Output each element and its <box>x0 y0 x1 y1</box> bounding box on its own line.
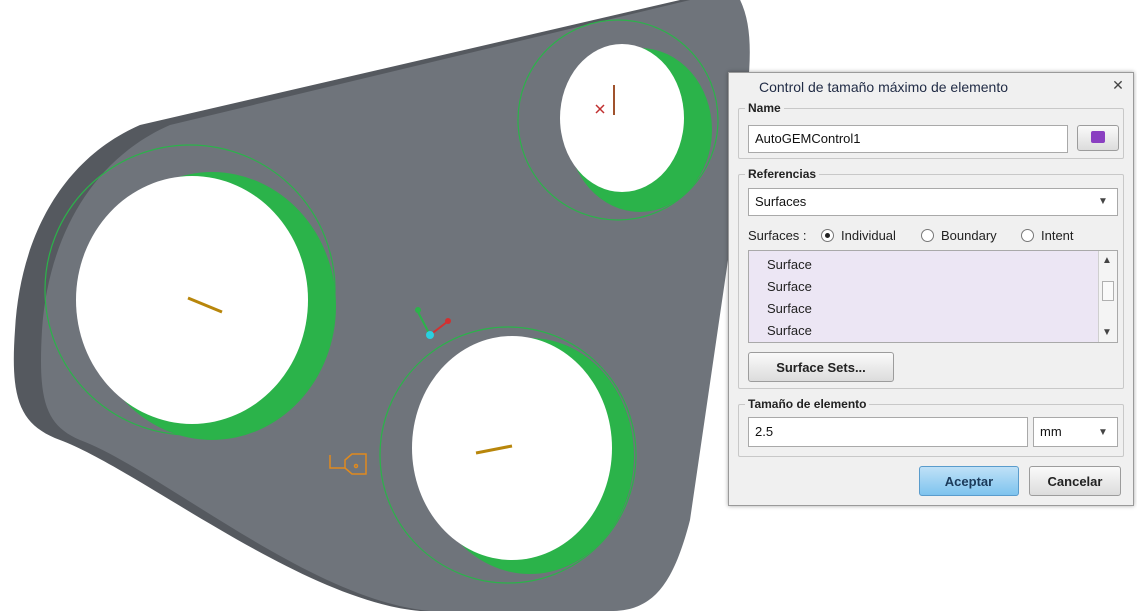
name-input[interactable]: AutoGEMControl1 <box>748 125 1068 153</box>
radio-individual-label: Individual <box>841 228 896 243</box>
unit-select-value: mm <box>1040 424 1062 439</box>
scroll-thumb[interactable] <box>1102 281 1114 301</box>
list-scrollbar[interactable]: ▲ ▼ <box>1098 251 1117 342</box>
color-swatch-icon <box>1091 130 1105 143</box>
radio-intent[interactable] <box>1021 229 1034 242</box>
radio-intent-label: Intent <box>1041 228 1074 243</box>
scroll-up-icon[interactable]: ▲ <box>1102 255 1112 266</box>
max-element-size-dialog: Control de tamaño máximo de elemento ✕ N… <box>728 72 1134 506</box>
chevron-down-icon[interactable]: ▼ <box>1093 427 1113 438</box>
element-size-legend: Tamaño de elemento <box>748 397 867 411</box>
name-legend: Name <box>748 101 781 115</box>
element-size-input[interactable]: 2.5 <box>748 417 1028 447</box>
chevron-down-icon[interactable]: ▼ <box>1093 196 1113 207</box>
radio-boundary[interactable] <box>921 229 934 242</box>
surfaces-label: Surfaces : <box>748 228 807 243</box>
scroll-down-icon[interactable]: ▼ <box>1102 327 1112 338</box>
dialog-titlebar[interactable]: Control de tamaño máximo de elemento ✕ <box>729 73 1133 101</box>
accept-button[interactable]: Aceptar <box>919 466 1019 496</box>
cancel-button[interactable]: Cancelar <box>1029 466 1121 496</box>
radio-individual[interactable] <box>821 229 834 242</box>
list-item[interactable]: Surface <box>767 301 812 316</box>
close-icon[interactable]: ✕ <box>1109 77 1127 94</box>
surface-sets-button[interactable]: Surface Sets... <box>748 352 894 382</box>
references-legend: Referencias <box>748 167 817 181</box>
references-select-value: Surfaces <box>755 194 807 209</box>
list-item[interactable]: Surface <box>767 323 812 338</box>
dialog-title: Control de tamaño máximo de elemento <box>759 79 1009 95</box>
radio-boundary-label: Boundary <box>941 228 997 243</box>
references-select[interactable]: Surfaces <box>748 188 1118 216</box>
list-item[interactable]: Surface <box>767 257 812 272</box>
color-swatch-button[interactable] <box>1077 125 1119 151</box>
list-item[interactable]: Surface <box>767 279 812 294</box>
surfaces-list[interactable]: Surface Surface Surface Surface ▲ ▼ <box>748 250 1118 343</box>
